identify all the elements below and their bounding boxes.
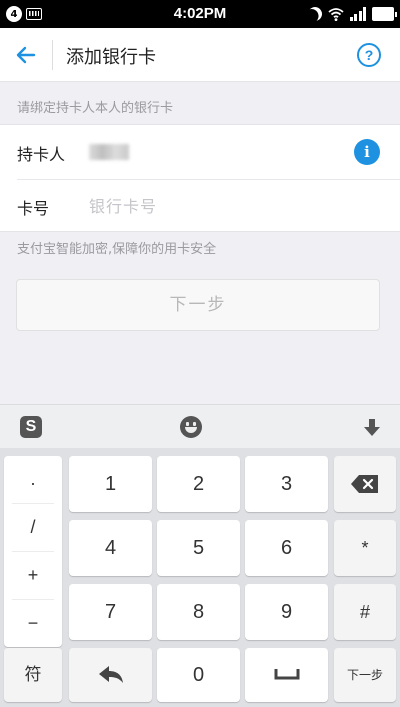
key-6[interactable]: 6 [245, 520, 328, 576]
help-button[interactable]: ? [357, 43, 381, 67]
signal-icon [349, 7, 366, 21]
key-7[interactable]: 7 [69, 584, 152, 640]
enter-next-key[interactable]: 下一步 [334, 648, 396, 702]
title-divider [52, 40, 53, 70]
wifi-icon [327, 8, 344, 21]
section-hint: 请绑定持卡人本人的银行卡 [17, 101, 174, 116]
card-form: 持卡人 i 卡号 [0, 124, 400, 232]
key-4[interactable]: 4 [69, 520, 152, 576]
cardholder-label: 持卡人 [17, 145, 66, 164]
key-2[interactable]: 2 [157, 456, 240, 512]
battery-icon [372, 7, 397, 21]
key-plus[interactable]: + [4, 552, 62, 599]
back-arrow-icon[interactable] [8, 37, 44, 73]
sogou-logo-icon[interactable]: S [20, 416, 42, 438]
delete-key[interactable] [334, 456, 396, 512]
key-0[interactable]: 0 [157, 648, 240, 702]
key-3[interactable]: 3 [245, 456, 328, 512]
status-bar: 4 4:02PM [0, 0, 400, 28]
cardholder-row: 持卡人 i [0, 125, 400, 180]
numeric-keyboard: . / + − 1 2 3 4 5 6 * 7 8 9 # 符 0 下一步 [0, 448, 400, 707]
key-dot[interactable]: . [4, 456, 62, 503]
space-icon [274, 669, 299, 680]
key-5[interactable]: 5 [157, 520, 240, 576]
key-minus[interactable]: − [4, 600, 62, 647]
key-slash[interactable]: / [4, 504, 62, 551]
card-number-label: 卡号 [17, 199, 50, 218]
backspace-icon [351, 475, 378, 493]
key-1[interactable]: 1 [69, 456, 152, 512]
smiley-icon[interactable] [180, 416, 202, 438]
symbols-key[interactable]: 符 [4, 648, 62, 702]
card-number-input[interactable] [89, 193, 379, 219]
key-9[interactable]: 9 [245, 584, 328, 640]
symbol-column: . / + − [4, 456, 62, 647]
key-hash[interactable]: # [334, 584, 396, 640]
status-indicators [305, 4, 397, 23]
card-number-row: 卡号 [0, 179, 400, 233]
return-arrow-icon [98, 666, 123, 683]
hide-keyboard-icon[interactable] [362, 417, 382, 437]
page-title: 添加银行卡 [66, 47, 156, 68]
cardholder-name-redacted [89, 144, 129, 160]
app-bar: 添加银行卡 ? [0, 28, 400, 82]
return-key[interactable] [69, 648, 152, 702]
next-step-button[interactable]: 下一步 [16, 279, 380, 331]
security-hint: 支付宝智能加密,保障你的用卡安全 [17, 242, 217, 257]
keyboard-toolbar: S [0, 404, 400, 448]
key-8[interactable]: 8 [157, 584, 240, 640]
space-key[interactable] [245, 648, 328, 702]
moon-icon [305, 4, 324, 23]
info-button[interactable]: i [354, 139, 380, 165]
key-asterisk[interactable]: * [334, 520, 396, 576]
